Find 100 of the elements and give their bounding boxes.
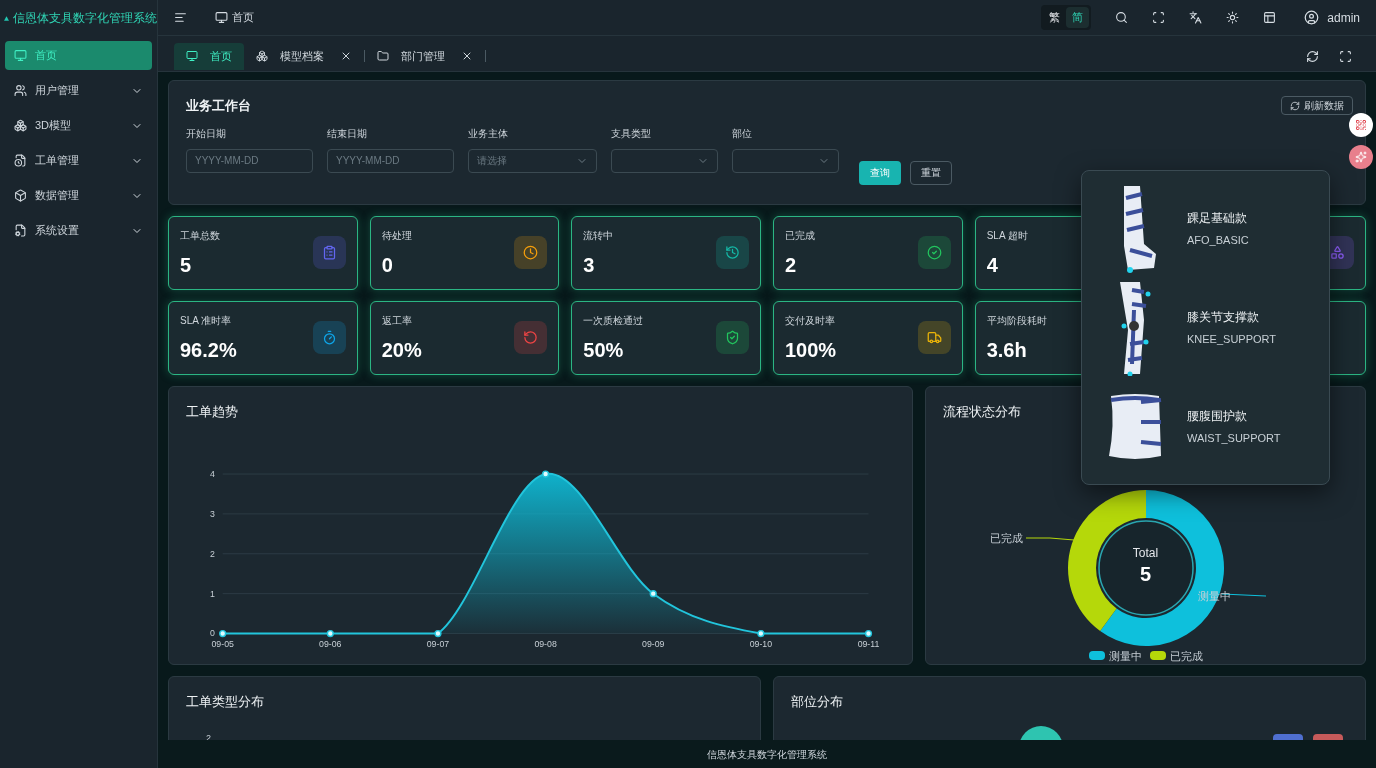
filter-label: 业务主体 — [468, 126, 509, 141]
close-icon[interactable] — [340, 50, 352, 62]
clock-icon — [523, 245, 539, 260]
date-field[interactable]: YYYY-MM-DD — [327, 148, 454, 173]
product-item[interactable]: 踝足基础款 AFO_BASIC — [1082, 179, 1329, 278]
document-gear-icon — [14, 224, 27, 237]
axis-label: 0 — [210, 627, 215, 638]
stat-label: SLA 超时 — [986, 229, 1028, 243]
card-title: 工单趋势 — [186, 403, 239, 421]
refresh-data-button[interactable]: 刷新数据 — [1281, 96, 1353, 116]
axis-label: 1 — [210, 588, 215, 599]
cube-icon — [14, 189, 27, 202]
search-icon[interactable] — [1115, 11, 1129, 24]
product-name: 腰腹围护款 — [1187, 407, 1248, 425]
sparkle-icon — [1355, 151, 1367, 163]
sidebar-item[interactable]: 3D模型 — [5, 111, 152, 140]
product-code: KNEE_SUPPORT — [1187, 331, 1277, 347]
menu-icon[interactable] — [174, 11, 187, 24]
cubes-icon — [14, 119, 27, 132]
language-option[interactable]: 繁 — [1043, 7, 1067, 28]
tab[interactable]: 部门管理 — [365, 42, 485, 70]
tab[interactable]: 模型档案 — [244, 42, 364, 70]
data-point — [649, 589, 657, 597]
select-field[interactable] — [611, 148, 718, 173]
leader-line — [1025, 537, 1074, 540]
legend-swatch — [1149, 651, 1166, 661]
axis-label: 4 — [210, 468, 215, 479]
reset-button[interactable]: 重置 — [910, 160, 952, 185]
monitor-icon — [14, 49, 27, 62]
tab[interactable]: 首页 — [174, 42, 244, 70]
slice-label: 测量中 — [1197, 588, 1231, 604]
axis-label: 09-10 — [749, 638, 773, 649]
check-circle-icon — [926, 245, 942, 260]
stat-value: 4 — [986, 253, 999, 278]
sidebar-item[interactable]: 工单管理 — [5, 146, 152, 175]
stat-value: 96.2% — [180, 338, 237, 363]
date-field[interactable]: YYYY-MM-DD — [186, 148, 313, 173]
data-point — [541, 469, 550, 478]
product-name: 踝足基础款 — [1187, 209, 1248, 227]
language-option[interactable]: 简 — [1066, 7, 1090, 28]
stat-label: 流转中 — [583, 229, 614, 243]
translate-icon[interactable] — [1189, 11, 1203, 24]
sun-icon[interactable] — [1226, 11, 1240, 24]
stat-label: 已完成 — [785, 229, 815, 243]
filter-label: 结束日期 — [327, 126, 368, 141]
stat-value: 3 — [583, 253, 596, 278]
data-point — [434, 629, 442, 637]
rotate-icon — [523, 330, 539, 345]
layout-icon[interactable] — [1263, 11, 1277, 24]
shapes-icon — [1330, 245, 1345, 260]
axis-label: 2 — [210, 548, 215, 559]
product-item[interactable]: 腰腹围护款 WAIST_SUPPORT — [1082, 377, 1329, 476]
fullscreen-icon[interactable] — [1339, 49, 1352, 63]
total-label: Total — [1132, 544, 1159, 562]
legend-swatch — [1088, 651, 1105, 661]
app-title: 信恩体支具数字化管理系统 — [13, 10, 157, 27]
stat-value: 50% — [583, 338, 625, 363]
product-item[interactable]: 膝关节支撑款 KNEE_SUPPORT — [1082, 278, 1329, 377]
select-field[interactable] — [732, 148, 839, 173]
stat-label: 工单总数 — [180, 229, 220, 243]
total-value: 5 — [1139, 563, 1152, 584]
stat-label: 交付及时率 — [785, 314, 836, 328]
stat-label: SLA 准时率 — [180, 314, 233, 328]
stat-label: 返工率 — [381, 314, 413, 328]
close-icon[interactable] — [461, 50, 473, 62]
legend-label: 已完成 — [1169, 648, 1203, 664]
select-field[interactable]: 请选择 — [468, 148, 597, 173]
truck-icon — [926, 330, 942, 345]
legend-label: 测量中 — [1108, 648, 1142, 664]
data-point — [326, 629, 334, 637]
filter-label: 部位 — [732, 126, 753, 141]
axis-label: 09-06 — [319, 638, 342, 649]
breadcrumb[interactable]: 首页 — [215, 9, 254, 26]
stat-value: 0 — [381, 253, 394, 278]
sidebar-item[interactable]: 系统设置 — [5, 216, 152, 245]
monitor-icon — [215, 11, 228, 24]
product-name: 膝关节支撑款 — [1187, 308, 1260, 326]
assistant-float-button[interactable] — [1349, 145, 1373, 169]
users-icon — [14, 84, 27, 97]
stat-value: 2 — [785, 253, 798, 278]
shield-check-icon — [725, 330, 740, 345]
fullscreen-icon[interactable] — [1152, 11, 1166, 24]
axis-label: 09-11 — [857, 638, 880, 649]
axis-label: 09-07 — [426, 638, 450, 649]
cubes-icon — [256, 50, 268, 62]
sidebar-item[interactable]: 用户管理 — [5, 76, 152, 105]
qr-float-button[interactable] — [1349, 113, 1373, 137]
axis-label: 2 — [206, 731, 212, 740]
card-title: 部位分布 — [791, 693, 844, 711]
sidebar-item[interactable]: 数据管理 — [5, 181, 152, 210]
refresh-icon[interactable] — [1306, 49, 1319, 63]
axis-label: 09-05 — [211, 638, 234, 649]
refresh-icon — [1290, 100, 1300, 111]
filter-label: 支具类型 — [611, 126, 652, 141]
clipboard-icon — [321, 245, 337, 260]
user-menu[interactable]: admin — [1304, 8, 1360, 27]
filter-label: 开始日期 — [186, 126, 227, 141]
document-clock-icon — [14, 154, 27, 167]
slice-label: 已完成 — [989, 530, 1023, 546]
card-title: 流程状态分布 — [943, 403, 1021, 421]
